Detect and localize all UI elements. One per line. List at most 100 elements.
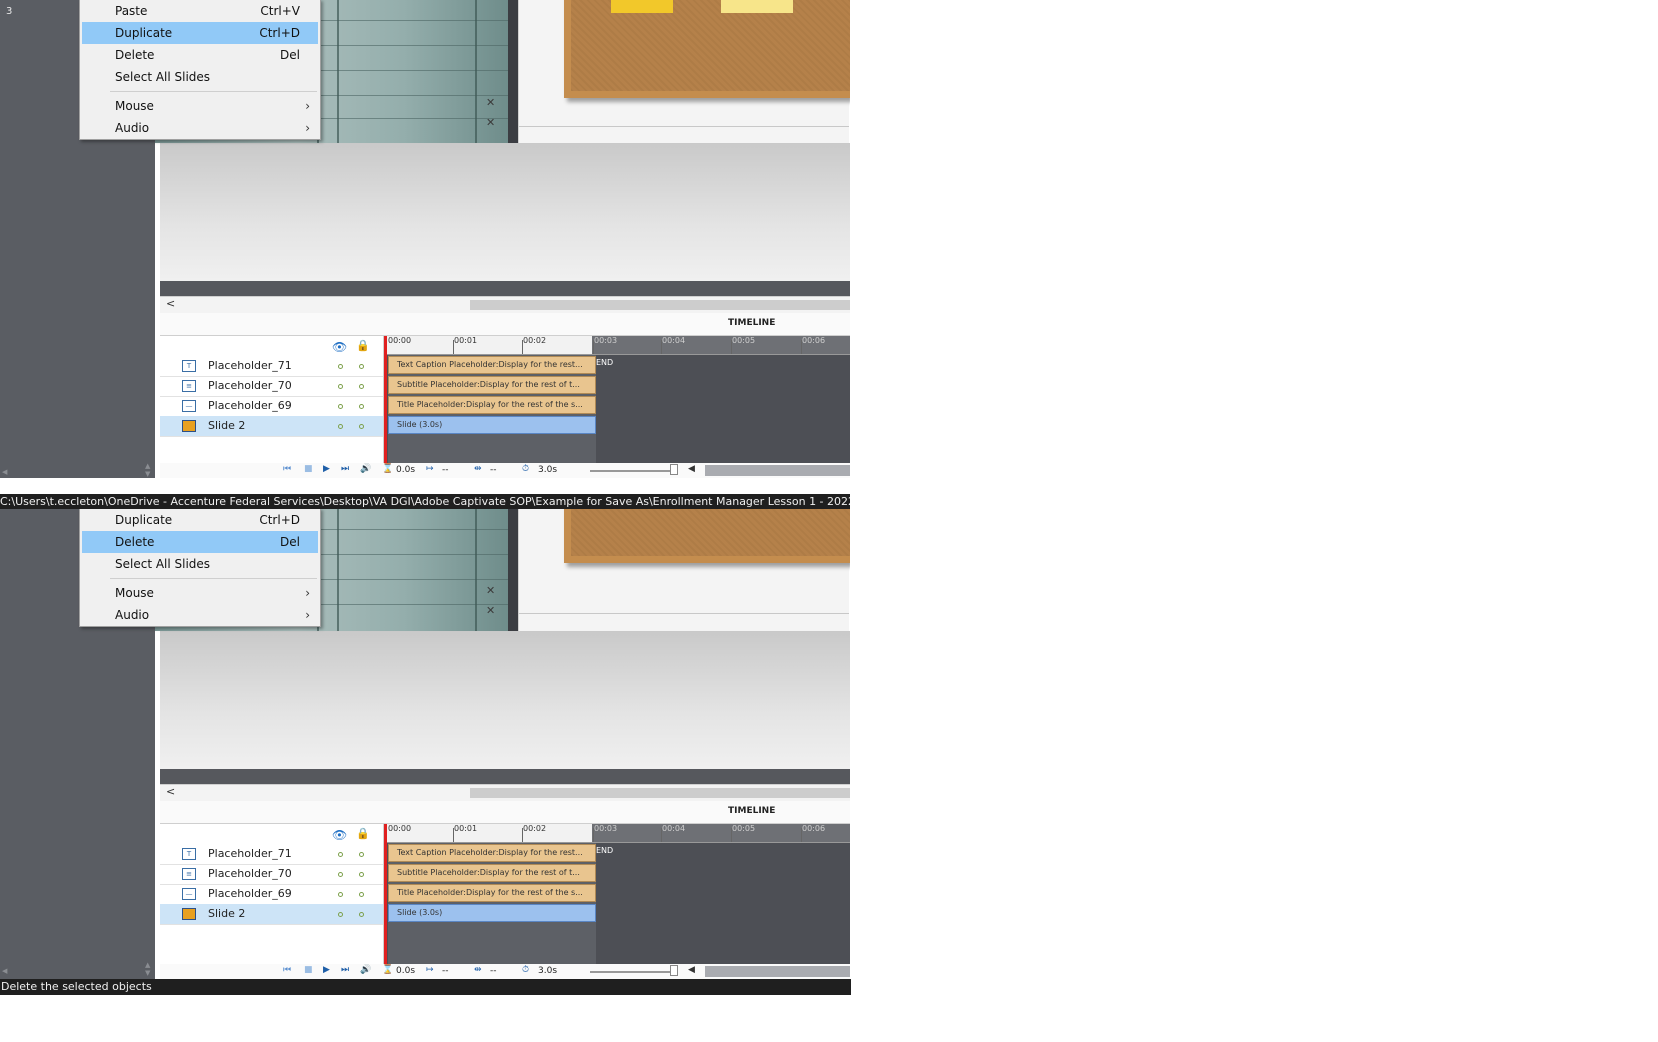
play-icon[interactable]: ▶ <box>323 464 330 474</box>
lock-dot[interactable] <box>359 872 364 877</box>
eye-icon[interactable]: 👁 <box>332 340 347 354</box>
layer-row-selected[interactable]: Slide 2 <box>160 904 383 925</box>
visibility-dot[interactable] <box>338 404 343 409</box>
lock-icon[interactable]: 🔒 <box>356 339 370 352</box>
layer-row[interactable]: T Placeholder_71 <box>160 356 383 377</box>
menu-item-mouse[interactable]: Mouse › <box>80 582 320 604</box>
layer-row[interactable]: ≡ Placeholder_70 <box>160 864 383 885</box>
timeline-scrollbar[interactable] <box>705 465 850 476</box>
eye-icon[interactable]: 👁 <box>332 828 347 842</box>
slide-icon <box>182 908 196 920</box>
scroll-down-icon[interactable]: ▼ <box>145 470 150 478</box>
timeline-bar[interactable]: Title Placeholder:Display for the rest o… <box>388 884 596 902</box>
visibility-dot[interactable] <box>338 892 343 897</box>
scrollbar-thumb[interactable] <box>470 300 850 310</box>
timeline-tracks[interactable]: 00:00 00:01 00:02 00:03 00:04 00:05 00:0… <box>384 824 850 966</box>
menu-item-select-all-slides[interactable]: Select All Slides <box>80 66 320 88</box>
menu-item-duplicate[interactable]: Duplicate Ctrl+D <box>82 22 318 44</box>
in-time: -- <box>442 966 449 976</box>
skip-end-icon[interactable]: ⏭ <box>341 464 349 474</box>
layer-name: Placeholder_71 <box>208 359 292 372</box>
timeline-bar[interactable]: Subtitle Placeholder:Display for the res… <box>388 376 596 394</box>
timeline-bar[interactable]: Text Caption Placeholder:Display for the… <box>388 356 596 374</box>
menu-item-audio[interactable]: Audio › <box>80 117 320 139</box>
menu-item-mouse[interactable]: Mouse › <box>80 95 320 117</box>
rewind-icon[interactable]: ⏮ <box>283 965 291 975</box>
play-icon[interactable]: ▶ <box>323 965 330 975</box>
visibility-dot[interactable] <box>338 364 343 369</box>
horizontal-scrollbar[interactable]: < <box>160 296 850 314</box>
lock-dot[interactable] <box>359 852 364 857</box>
stop-icon[interactable]: ■ <box>304 965 313 975</box>
ruler-label: 00:06 <box>802 824 826 833</box>
timeline-ruler[interactable]: 00:00 00:01 00:02 00:03 00:04 00:05 00:0… <box>384 336 850 355</box>
layer-row[interactable]: T Placeholder_71 <box>160 844 383 865</box>
screenshot-top: 3 ◀ ▲ ▼ ✕ ✕ < TIMELINE 👁 🔒 T Placeholder… <box>0 0 850 478</box>
layer-row[interactable]: — Placeholder_69 <box>160 396 383 417</box>
lock-dot[interactable] <box>359 364 364 369</box>
timeline-bar[interactable]: Subtitle Placeholder:Display for the res… <box>388 864 596 882</box>
stage-backdrop <box>160 143 850 281</box>
timeline-ruler[interactable]: 00:00 00:01 00:02 00:03 00:04 00:05 00:0… <box>384 824 850 843</box>
duration-icon: ⇹ <box>474 464 482 474</box>
stage-divider <box>508 509 518 631</box>
scroll-up-icon[interactable]: ▲ <box>145 961 150 969</box>
menu-item-select-all-slides[interactable]: Select All Slides <box>80 553 320 575</box>
lock-dot[interactable] <box>359 384 364 389</box>
menu-item-delete[interactable]: Delete Del <box>80 44 320 66</box>
timeline-bar[interactable]: Text Caption Placeholder:Display for the… <box>388 844 596 862</box>
zoom-slider[interactable] <box>590 470 670 472</box>
slide-canvas[interactable] <box>518 0 850 143</box>
visibility-dot[interactable] <box>338 424 343 429</box>
ruler-label: 00:01 <box>454 824 478 833</box>
timeline-scrollbar[interactable] <box>705 966 850 977</box>
zoom-slider-thumb[interactable] <box>670 965 678 976</box>
speed-value: 3.0s <box>538 465 558 475</box>
rewind-icon[interactable]: ⏮ <box>283 464 291 474</box>
zoom-slider-thumb[interactable] <box>670 464 678 475</box>
layer-row-selected[interactable]: Slide 2 <box>160 416 383 437</box>
close-icon: ✕ <box>486 116 496 129</box>
timeline-tracks[interactable]: 00:00 00:01 00:02 00:03 00:04 00:05 00:0… <box>384 336 850 478</box>
chevron-left-icon[interactable]: < <box>166 785 175 798</box>
slide-canvas[interactable] <box>518 509 850 631</box>
playhead[interactable] <box>384 336 387 478</box>
chevron-left-icon[interactable]: < <box>166 297 175 310</box>
lock-dot[interactable] <box>359 892 364 897</box>
scroll-left-icon[interactable]: ◀ <box>2 468 7 476</box>
visibility-dot[interactable] <box>338 912 343 917</box>
scrollbar-thumb[interactable] <box>470 788 850 798</box>
menu-item-audio[interactable]: Audio › <box>80 604 320 626</box>
lock-dot[interactable] <box>359 424 364 429</box>
scroll-left-icon[interactable]: ◀ <box>688 464 695 474</box>
scroll-left-icon[interactable]: ◀ <box>688 965 695 975</box>
menu-separator <box>110 578 317 579</box>
scroll-up-icon[interactable]: ▲ <box>145 462 150 470</box>
horizontal-scrollbar[interactable]: < <box>160 784 850 802</box>
audio-icon[interactable]: 🔊 <box>360 965 371 975</box>
skip-end-icon[interactable]: ⏭ <box>341 965 349 975</box>
slide-bar[interactable]: Slide (3.0s) <box>388 904 596 922</box>
timeline-bar[interactable]: Title Placeholder:Display for the rest o… <box>388 396 596 414</box>
lock-dot[interactable] <box>359 912 364 917</box>
timeline-header: TIMELINE <box>160 313 850 336</box>
visibility-dot[interactable] <box>338 852 343 857</box>
stop-icon[interactable]: ■ <box>304 464 313 474</box>
layer-row[interactable]: ≡ Placeholder_70 <box>160 376 383 397</box>
scroll-left-icon[interactable]: ◀ <box>2 967 7 975</box>
slide-bar[interactable]: Slide (3.0s) <box>388 416 596 434</box>
audio-icon[interactable]: 🔊 <box>360 464 371 474</box>
zoom-slider[interactable] <box>590 971 670 973</box>
in-point-icon: ↦ <box>426 464 434 474</box>
scroll-down-icon[interactable]: ▼ <box>145 969 150 977</box>
menu-item-delete[interactable]: Delete Del <box>82 531 318 553</box>
menu-item-paste[interactable]: Paste Ctrl+V <box>80 0 320 22</box>
lock-icon[interactable]: 🔒 <box>356 827 370 840</box>
playhead[interactable] <box>384 824 387 964</box>
menu-item-duplicate[interactable]: Duplicate Ctrl+D <box>80 509 320 531</box>
lock-dot[interactable] <box>359 404 364 409</box>
stage-footer <box>160 281 850 296</box>
visibility-dot[interactable] <box>338 384 343 389</box>
visibility-dot[interactable] <box>338 872 343 877</box>
layer-row[interactable]: — Placeholder_69 <box>160 884 383 905</box>
